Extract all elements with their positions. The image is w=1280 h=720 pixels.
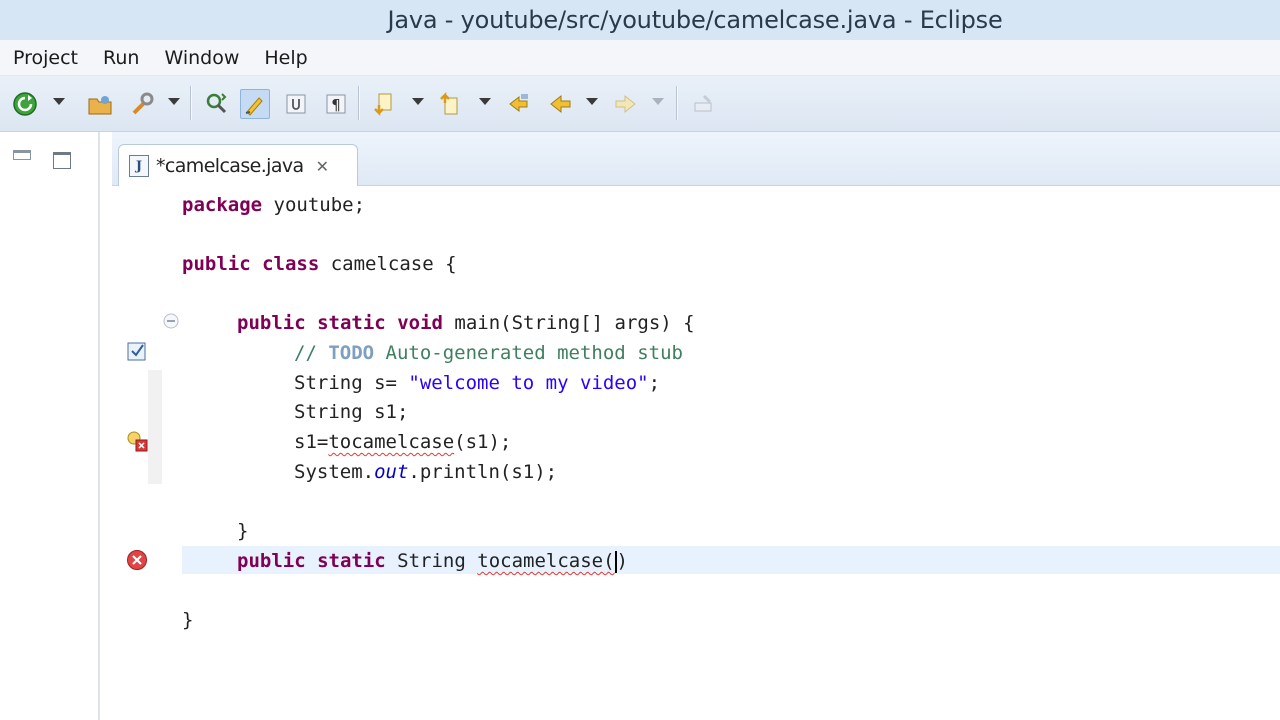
wrench-icon[interactable] [128, 89, 158, 119]
keyword: public [237, 312, 306, 334]
forward-icon[interactable] [611, 89, 641, 119]
keyword: static [317, 312, 386, 334]
window-title: Java - youtube/src/youtube/camelcase.jav… [387, 6, 1003, 34]
run-dropdown-arrow[interactable] [53, 98, 65, 105]
editor-tab-camelcase[interactable]: J *camelcase.java ✕ [118, 144, 358, 187]
java-file-icon: J [129, 155, 149, 177]
code-text: String [385, 550, 478, 572]
keyword: void [397, 312, 443, 334]
code-line-6[interactable]: String s1; [294, 399, 408, 425]
code-text: youtube; [262, 194, 366, 216]
next-annotation-dropdown-arrow[interactable] [412, 98, 424, 105]
svg-text:¶: ¶ [331, 96, 341, 114]
previous-annotation-icon[interactable] [435, 89, 465, 119]
keyword: static [317, 550, 386, 572]
editor-tab-bar: J *camelcase.java ✕ [112, 132, 1280, 187]
keyword: public [182, 253, 251, 275]
wrench-dropdown-arrow[interactable] [168, 98, 180, 105]
main-toolbar: ¶ [0, 76, 1280, 132]
code-line-4[interactable]: // TODO Auto-generated method stub [294, 340, 683, 366]
fold-collapse-icon[interactable] [160, 312, 182, 334]
code-text: ; [648, 372, 661, 394]
toolbar-separator [190, 86, 192, 120]
menu-run[interactable]: Run [103, 47, 139, 69]
code-line-1[interactable]: package youtube; [182, 192, 365, 218]
code-text: String s1; [294, 401, 409, 423]
editor-tab-label: *camelcase.java [156, 155, 304, 177]
pin-editor-icon[interactable] [688, 89, 718, 119]
comment: Auto-generated method stub [374, 342, 683, 364]
forward-dropdown-arrow[interactable] [652, 98, 664, 105]
code-text: (s1); [454, 431, 512, 453]
open-type-icon[interactable] [202, 89, 232, 119]
toolbar-separator [358, 86, 360, 120]
menu-window[interactable]: Window [164, 47, 239, 69]
show-whitespace-icon[interactable]: ¶ [321, 89, 351, 119]
change-ruler-marker [148, 370, 162, 484]
minimize-icon[interactable] [13, 150, 31, 160]
string-literal: "welcome to my video" [408, 372, 649, 394]
toolbar-separator [676, 86, 678, 120]
run-icon[interactable] [10, 89, 40, 119]
close-icon[interactable]: ✕ [316, 157, 329, 176]
title-bar: Java - youtube/src/youtube/camelcase.jav… [0, 0, 1280, 40]
code-text: ) [616, 550, 628, 572]
error-underline: tocamelcase( [477, 550, 615, 572]
comment: // [294, 342, 329, 364]
keyword: class [262, 253, 320, 275]
task-icon[interactable] [126, 340, 148, 362]
previous-annotation-dropdown-arrow[interactable] [479, 98, 491, 105]
menu-help[interactable]: Help [264, 47, 307, 69]
code-text: .println(s1); [408, 461, 558, 483]
back-icon[interactable] [545, 89, 575, 119]
code-text: s1= [294, 431, 329, 453]
error-icon[interactable] [126, 549, 148, 571]
code-line-9[interactable]: } [237, 518, 248, 544]
code-line-7[interactable]: s1=tocamelcase(s1); [294, 429, 511, 455]
static-field: out [374, 461, 409, 483]
back-dropdown-arrow[interactable] [586, 98, 598, 105]
closing-brace: } [237, 520, 249, 542]
open-project-icon[interactable] [85, 89, 115, 119]
code-line-10[interactable]: public static String tocamelcase() [237, 548, 628, 574]
code-line-5[interactable]: String s= "welcome to my video"; [294, 370, 660, 396]
highlight-icon[interactable] [240, 89, 270, 119]
code-text: System. [294, 461, 375, 483]
menu-bar: Project Run Window Help [0, 40, 1280, 76]
left-trim-stack [0, 132, 100, 720]
code-line-11[interactable]: } [182, 607, 193, 633]
code-text: String s= [294, 372, 409, 394]
last-edit-icon[interactable] [503, 89, 533, 119]
quickfix-error-icon[interactable] [126, 430, 148, 452]
code-text: camelcase { [319, 253, 457, 275]
code-text: main(String[] args) { [442, 312, 695, 334]
code-line-8[interactable]: System.out.println(s1); [294, 459, 557, 485]
closing-brace: } [182, 609, 194, 631]
toggle-mark-icon[interactable] [281, 89, 311, 119]
maximize-icon[interactable] [53, 152, 71, 169]
todo-tag: TODO [328, 342, 375, 364]
error-underline: tocamelcase [328, 431, 455, 453]
code-line-2[interactable]: public class camelcase { [182, 251, 457, 277]
menu-project[interactable]: Project [13, 47, 78, 69]
keyword: package [182, 194, 263, 216]
next-annotation-icon[interactable] [369, 89, 399, 119]
keyword: public [237, 550, 306, 572]
code-line-3[interactable]: public static void main(String[] args) { [237, 310, 695, 336]
